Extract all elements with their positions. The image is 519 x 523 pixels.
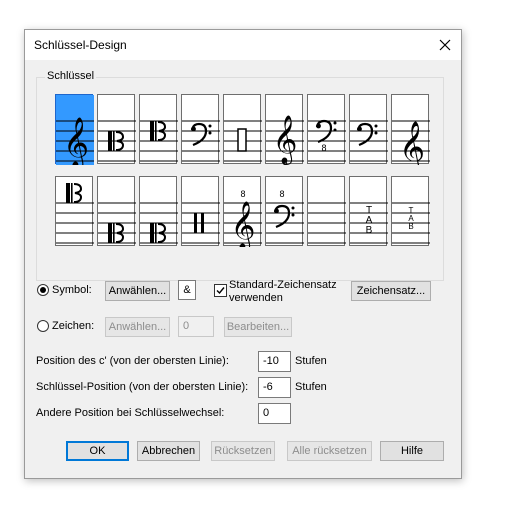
svg-text:B: B bbox=[408, 222, 413, 231]
svg-text:B: B bbox=[366, 225, 373, 236]
symbol-char-display: & bbox=[178, 280, 196, 300]
default-font-label-line2[interactable]: verwenden bbox=[229, 292, 283, 304]
clef-position-label: Schlüssel-Position (von der obersten Lin… bbox=[36, 381, 249, 393]
clef-option-bass-8vb-clef[interactable]: 8 bbox=[307, 94, 346, 164]
tab-clef-small-icon: TAB bbox=[392, 202, 430, 244]
clef-option-c-clef-low[interactable] bbox=[97, 176, 136, 246]
treble-8vb-clef-icon: 𝄞8 bbox=[266, 114, 304, 165]
font-button[interactable]: Zeichensatz... bbox=[351, 281, 431, 301]
c-position-unit: Stufen bbox=[295, 355, 327, 367]
c-position-field[interactable]: -10 bbox=[258, 351, 291, 372]
svg-text:8: 8 bbox=[279, 189, 284, 199]
character-radio[interactable] bbox=[37, 320, 49, 332]
cancel-button[interactable]: Abbrechen bbox=[137, 441, 200, 461]
checkmark-icon bbox=[216, 287, 225, 295]
svg-text:𝄞: 𝄞 bbox=[63, 117, 89, 165]
other-position-label: Andere Position bei Schlüsselwechsel: bbox=[36, 407, 225, 419]
svg-text:8: 8 bbox=[240, 189, 245, 199]
clef-option-treble-8va-clef[interactable]: 8 𝄞 bbox=[223, 176, 262, 247]
clef-group-label: Schlüssel bbox=[45, 70, 97, 82]
treble-8va-clef-icon: 8𝄞 bbox=[224, 189, 262, 247]
blank-clef-icon bbox=[308, 202, 346, 244]
bass-clef-alt-icon bbox=[350, 120, 388, 162]
clef-option-bass-clef-alt[interactable] bbox=[349, 94, 388, 164]
default-font-label-line1[interactable]: Standard-Zeichensatz bbox=[229, 279, 337, 291]
clef-option-blank-clef[interactable] bbox=[307, 176, 346, 246]
svg-text:8: 8 bbox=[282, 157, 287, 165]
clef-option-bass-clef[interactable] bbox=[181, 94, 220, 164]
symbol-radio[interactable] bbox=[37, 284, 49, 296]
c-clef-high-icon bbox=[56, 183, 94, 244]
ok-button[interactable]: OK bbox=[66, 441, 129, 461]
clef-group: Schlüssel 𝄞 𝄞 8 8 𝄞 8 𝄞 8 T A B T A B bbox=[36, 70, 444, 281]
percussion-clef-alt-icon bbox=[182, 202, 220, 244]
close-icon[interactable] bbox=[435, 35, 455, 55]
clef-option-percussion-clef-alt[interactable] bbox=[181, 176, 220, 246]
clef-option-tab-clef-small[interactable]: TAB bbox=[391, 176, 430, 246]
clef-option-alto-clef[interactable] bbox=[97, 94, 136, 164]
reset-button[interactable]: Rücksetzen bbox=[211, 441, 275, 461]
clef-option-treble-clef-alt[interactable]: 𝄞 bbox=[391, 94, 430, 165]
help-button[interactable]: Hilfe bbox=[380, 441, 444, 461]
symbol-select-button[interactable]: Anwählen... bbox=[105, 281, 170, 301]
other-position-field[interactable]: 0 bbox=[258, 403, 291, 424]
bass-8va-clef-icon: 8 bbox=[266, 189, 304, 244]
clef-option-percussion-clef[interactable] bbox=[223, 94, 262, 164]
bass-clef-icon bbox=[182, 120, 220, 162]
symbol-radio-label[interactable]: Symbol: bbox=[52, 284, 92, 296]
tab-clef-icon: TAB bbox=[350, 202, 388, 244]
tenor-clef-icon bbox=[140, 120, 178, 162]
clef-option-tab-clef[interactable]: TAB bbox=[349, 176, 388, 246]
default-font-checkbox[interactable] bbox=[214, 284, 227, 297]
clef-design-dialog: Schlüssel-Design Schlüssel 𝄞 𝄞 8 8 𝄞 8 𝄞 8 T A B T A… bbox=[24, 29, 462, 479]
c-clef-lower-icon bbox=[140, 202, 178, 244]
character-radio-label[interactable]: Zeichen: bbox=[52, 320, 94, 332]
clef-option-treble-clef[interactable]: 𝄞 bbox=[55, 94, 94, 165]
title-bar: Schlüssel-Design bbox=[25, 30, 461, 60]
clef-option-bass-8va-clef[interactable]: 8 bbox=[265, 176, 304, 246]
clef-position-field[interactable]: -6 bbox=[258, 377, 291, 398]
character-select-button[interactable]: Anwählen... bbox=[105, 317, 170, 337]
c-clef-low-icon bbox=[98, 202, 136, 244]
treble-clef-alt-icon: 𝄞 bbox=[392, 120, 430, 165]
clef-position-unit: Stufen bbox=[295, 381, 327, 393]
svg-text:8: 8 bbox=[321, 143, 326, 153]
bass-8vb-clef-icon: 8 bbox=[308, 119, 346, 162]
svg-text:𝄞: 𝄞 bbox=[399, 121, 425, 165]
edit-button[interactable]: Bearbeiten... bbox=[224, 317, 292, 337]
treble-clef-icon: 𝄞 bbox=[56, 95, 94, 165]
window-title: Schlüssel-Design bbox=[34, 38, 127, 52]
clef-option-c-clef-high[interactable] bbox=[55, 176, 94, 246]
c-position-label: Position des c' (von der obersten Linie)… bbox=[36, 355, 229, 367]
clef-option-treble-8vb-clef[interactable]: 𝄞 8 bbox=[265, 94, 304, 165]
percussion-clef-icon bbox=[224, 120, 262, 162]
clef-option-tenor-clef[interactable] bbox=[139, 94, 178, 164]
reset-all-button[interactable]: Alle rücksetzen bbox=[287, 441, 372, 461]
clef-option-c-clef-lower[interactable] bbox=[139, 176, 178, 246]
svg-text:𝄞: 𝄞 bbox=[231, 200, 256, 247]
character-value-field[interactable]: 0 bbox=[178, 316, 214, 337]
alto-clef-icon bbox=[98, 120, 136, 162]
